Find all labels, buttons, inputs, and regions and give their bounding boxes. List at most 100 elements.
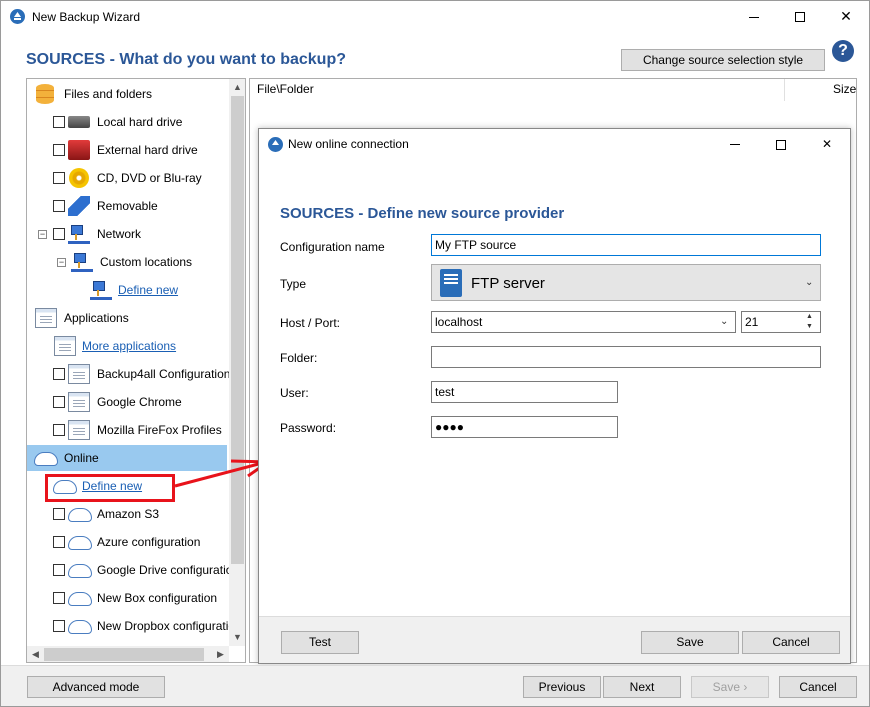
change-selection-style-button[interactable]: Change source selection style — [621, 49, 825, 71]
scroll-right-icon[interactable]: ▶ — [212, 646, 229, 662]
title-bar: New Backup Wizard ✕ — [1, 1, 869, 32]
checkbox[interactable] — [53, 564, 65, 576]
column-header-size[interactable]: Size — [833, 82, 856, 96]
tree-item-files-and-folders[interactable]: Files and folders — [27, 81, 227, 107]
folder-input[interactable] — [431, 346, 821, 368]
tree-item-more-applications[interactable]: More applications — [27, 333, 227, 359]
define-new-link[interactable]: Define new — [118, 277, 178, 303]
chevron-down-icon[interactable]: ⌄ — [720, 312, 728, 332]
save-button-label: Save — [712, 680, 740, 694]
tree-item-network[interactable]: − Network — [27, 221, 227, 247]
tree-item-external-hard-drive[interactable]: External hard drive — [27, 137, 227, 163]
checkbox[interactable] — [53, 396, 65, 408]
tree-item-label: Online — [64, 451, 99, 465]
cloud-icon — [68, 508, 92, 522]
scroll-left-icon[interactable]: ◀ — [27, 646, 44, 662]
ftp-server-icon — [440, 269, 462, 297]
usb-drive-icon — [68, 196, 90, 216]
scroll-thumb[interactable] — [44, 648, 204, 661]
checkbox[interactable] — [53, 536, 65, 548]
tree-vertical-scrollbar[interactable]: ▲ ▼ — [229, 79, 245, 646]
tree-item-google-drive[interactable]: Google Drive configuration — [27, 557, 239, 583]
previous-button[interactable]: Previous — [523, 676, 601, 698]
column-divider — [784, 79, 785, 101]
dialog-cancel-button[interactable]: Cancel — [742, 631, 840, 654]
tree-item-box[interactable]: New Box configuration — [27, 585, 227, 611]
tree-item-applications[interactable]: Applications — [27, 305, 227, 331]
next-button[interactable]: Next — [603, 676, 681, 698]
tree-item-google-chrome[interactable]: Google Chrome — [27, 389, 227, 415]
user-input[interactable]: test — [431, 381, 618, 403]
dialog-minimize-button[interactable] — [712, 129, 758, 159]
maximize-icon — [776, 139, 786, 150]
checkbox[interactable] — [53, 424, 65, 436]
tree-item-custom-locations[interactable]: − Custom locations — [27, 249, 227, 275]
window-title: New Backup Wizard — [32, 10, 141, 24]
checkbox[interactable] — [53, 592, 65, 604]
tree-item-local-hard-drive[interactable]: Local hard drive — [27, 109, 227, 135]
checkbox[interactable] — [53, 172, 65, 184]
wizard-content: SOURCES - What do you want to backup? Ch… — [1, 32, 869, 706]
cloud-icon — [68, 592, 92, 606]
port-value: 21 — [745, 315, 759, 329]
tree-item-label: Network — [97, 227, 142, 241]
tree-item-label: Mozilla FireFox Profiles — [97, 423, 222, 437]
minimize-icon — [730, 144, 740, 146]
cancel-button[interactable]: Cancel — [779, 676, 857, 698]
tree-item-backup4all-configuration[interactable]: Backup4all Configuration — [27, 361, 230, 387]
collapse-icon[interactable]: − — [57, 258, 66, 267]
tree-item-label: Custom locations — [100, 255, 193, 269]
tree-item-label: Removable — [97, 199, 158, 213]
tree-item-label: Files and folders — [64, 87, 153, 101]
advanced-mode-button[interactable]: Advanced mode — [27, 676, 165, 698]
scroll-down-icon[interactable]: ▼ — [229, 629, 245, 646]
highlight-box — [45, 474, 175, 502]
checkbox[interactable] — [53, 200, 65, 212]
maximize-button[interactable] — [777, 1, 823, 32]
chevron-down-icon: ⌄ — [805, 277, 814, 288]
host-input[interactable]: localhost ⌄ — [431, 311, 736, 333]
dialog-save-button[interactable]: Save — [641, 631, 739, 654]
minimize-button[interactable] — [731, 1, 777, 32]
dialog-close-button[interactable]: ✕ — [804, 129, 850, 159]
password-input[interactable]: ●●●● — [431, 416, 618, 438]
column-header-file-folder[interactable]: File\Folder — [257, 82, 314, 96]
checkbox[interactable] — [53, 144, 65, 156]
checkbox[interactable] — [53, 620, 65, 632]
more-applications-link[interactable]: More applications — [82, 333, 176, 359]
checkbox[interactable] — [53, 508, 65, 520]
external-drive-icon — [68, 140, 90, 160]
port-stepper[interactable]: 21 ▲ ▼ — [741, 311, 821, 333]
application-icon — [68, 392, 90, 412]
tree-item-azure[interactable]: Azure configuration — [27, 529, 227, 555]
scroll-up-icon[interactable]: ▲ — [229, 79, 245, 96]
tree-item-amazon-s3[interactable]: Amazon S3 — [27, 501, 227, 527]
tree-horizontal-scrollbar[interactable]: ◀ ▶ — [27, 646, 229, 662]
host-value: localhost — [435, 315, 483, 329]
type-select[interactable]: FTP server ⌄ — [431, 264, 821, 301]
network-icon — [71, 252, 93, 272]
checkbox[interactable] — [53, 368, 65, 380]
help-icon[interactable]: ? — [832, 40, 854, 62]
tree-item-cd-dvd[interactable]: CD, DVD or Blu-ray — [27, 165, 227, 191]
application-icon — [54, 336, 76, 356]
type-label: Type — [280, 277, 307, 291]
config-name-input[interactable]: My FTP source — [431, 234, 821, 256]
save-button[interactable]: Save › — [691, 676, 769, 698]
decrement-icon[interactable]: ▼ — [806, 317, 813, 337]
tree-item-label: Applications — [64, 311, 129, 325]
collapse-icon[interactable]: − — [38, 230, 47, 239]
tree-item-mozilla-firefox[interactable]: Mozilla FireFox Profiles — [27, 417, 227, 443]
disc-icon — [69, 168, 89, 188]
tree-item-define-new-network[interactable]: Define new — [27, 277, 227, 303]
test-button[interactable]: Test — [281, 631, 359, 654]
scroll-thumb[interactable] — [231, 96, 244, 564]
password-label: Password: — [280, 421, 337, 435]
checkbox[interactable] — [53, 116, 65, 128]
close-button[interactable]: ✕ — [823, 1, 869, 32]
cloud-icon — [68, 620, 92, 634]
checkbox[interactable] — [53, 228, 65, 240]
tree-item-removable[interactable]: Removable — [27, 193, 227, 219]
tree-item-dropbox[interactable]: New Dropbox configuration — [27, 613, 242, 639]
dialog-maximize-button[interactable] — [758, 129, 804, 159]
